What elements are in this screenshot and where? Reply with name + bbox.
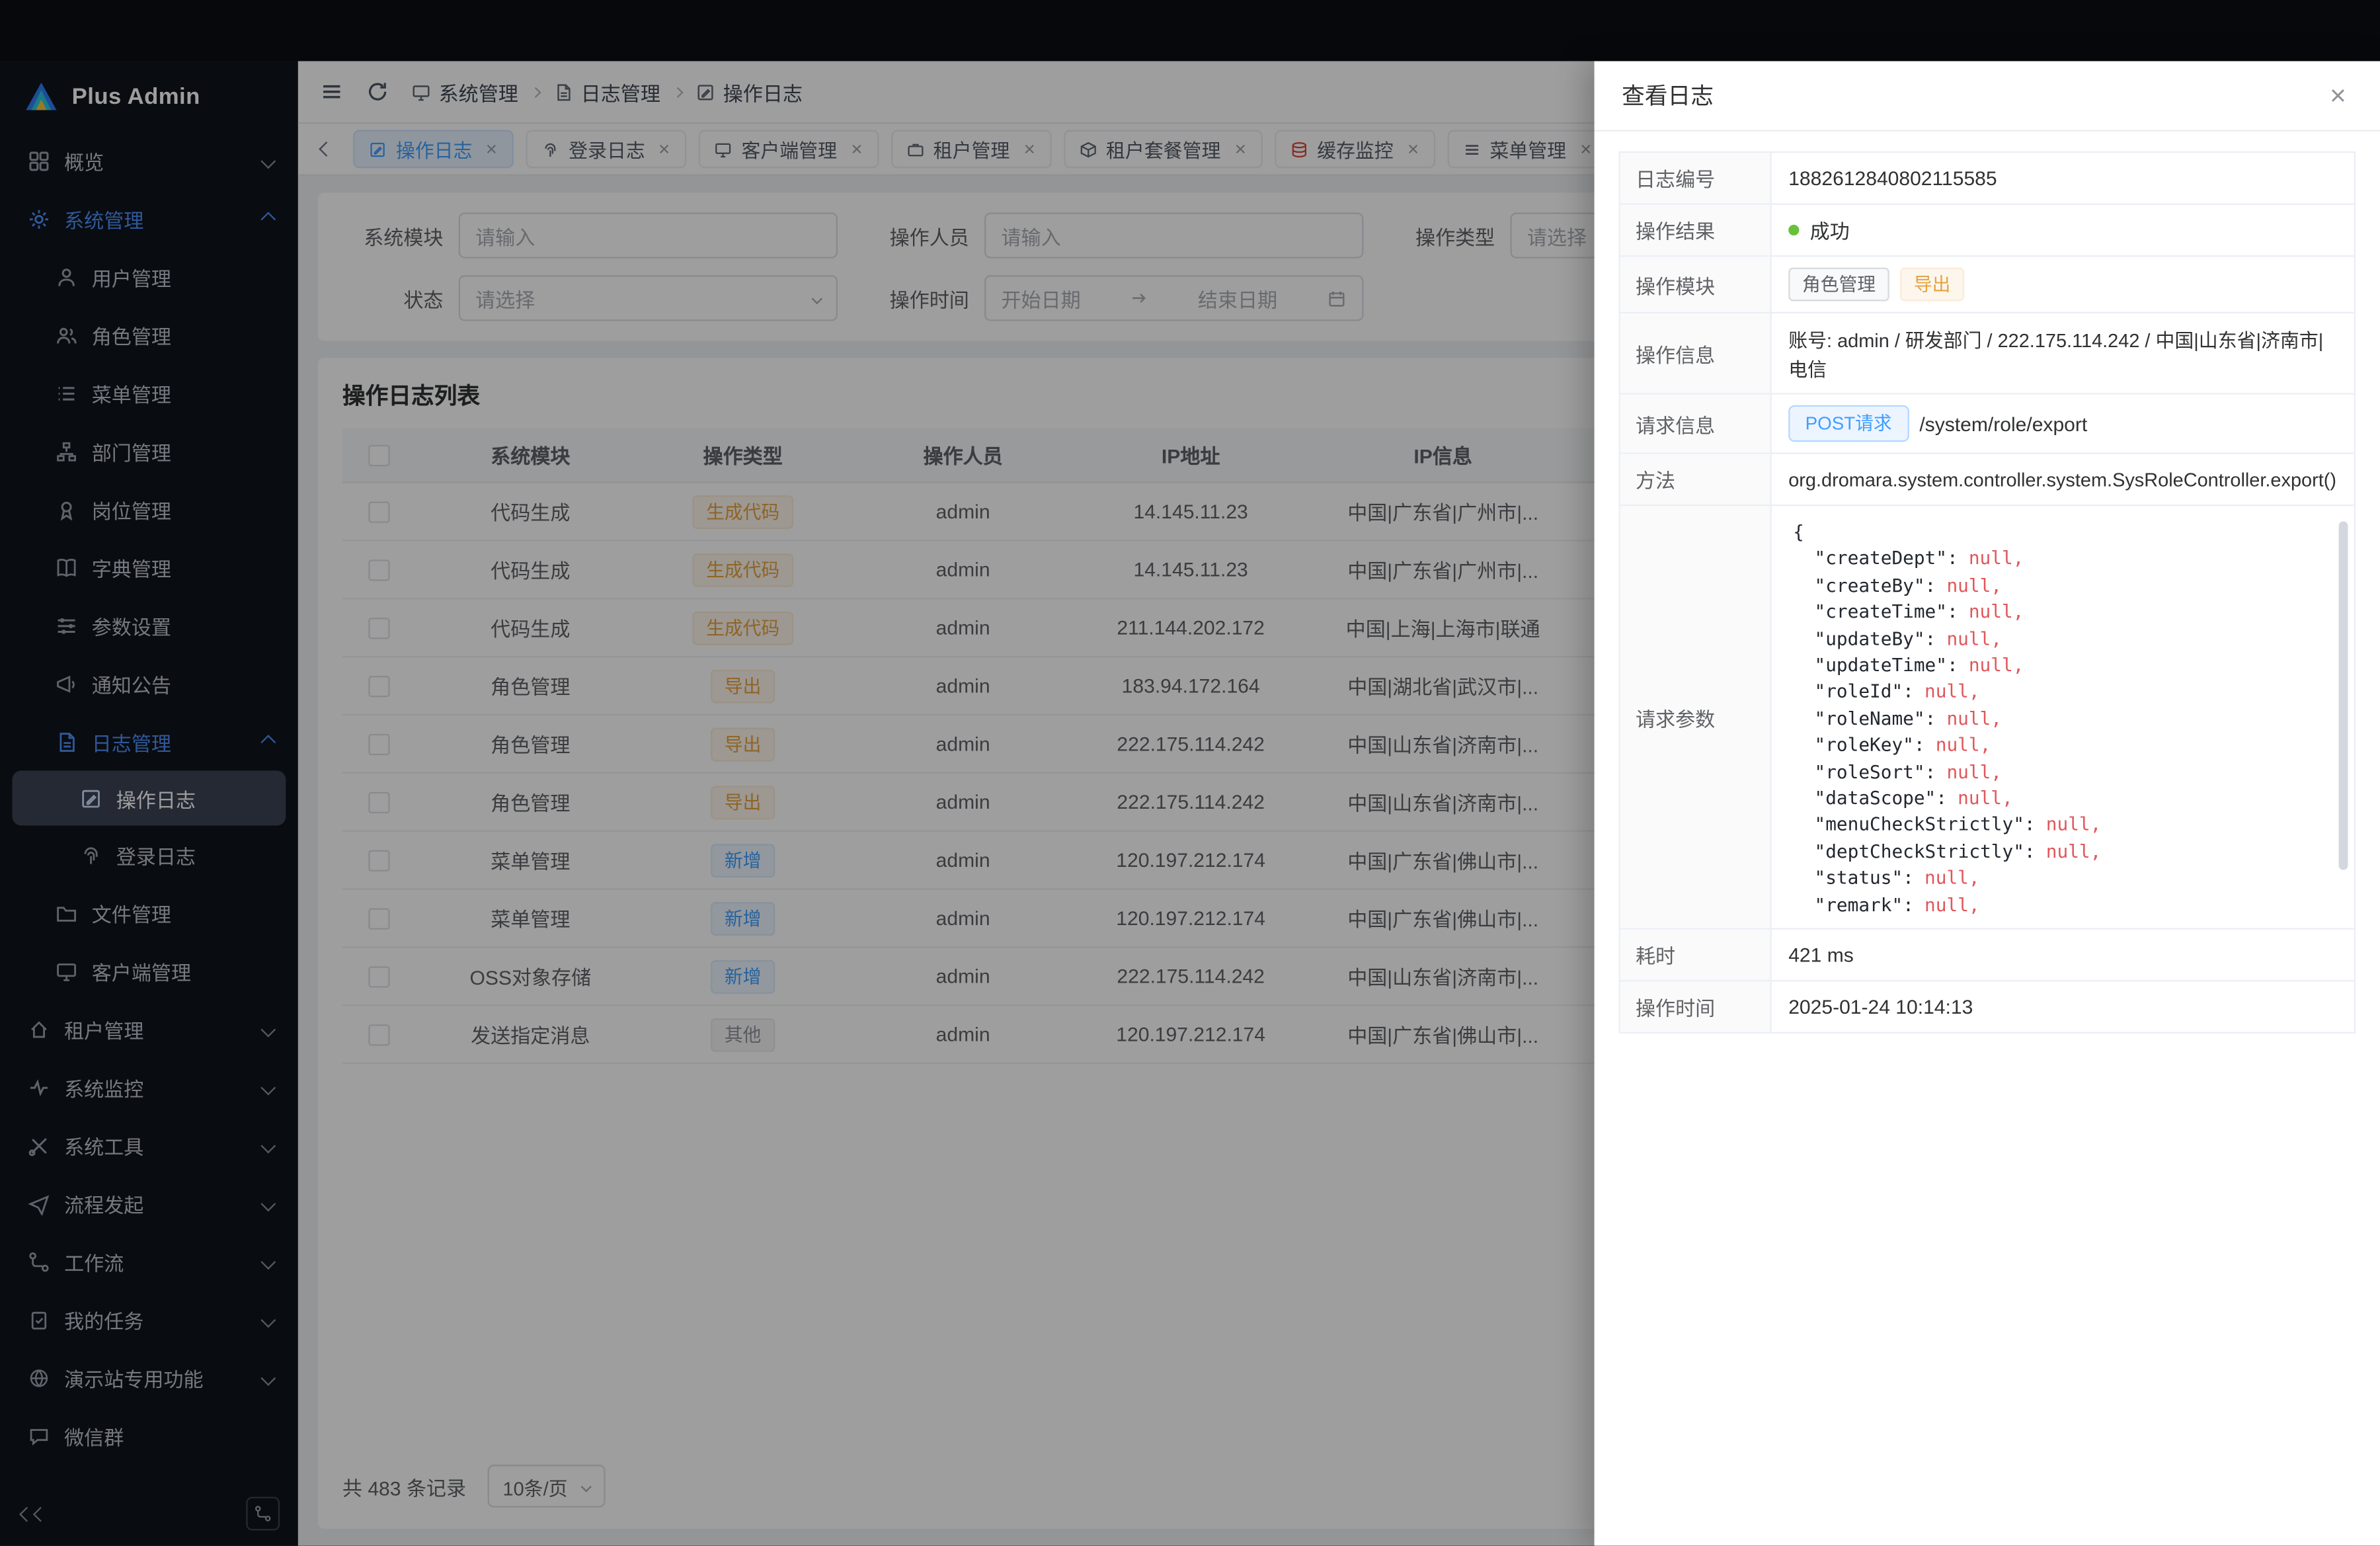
success-status-dot <box>1788 225 1799 235</box>
status-text: 成功 <box>1810 216 1850 245</box>
detail-row-params: 请求参数 {"createDept":null,"createBy":null,… <box>1620 506 2354 929</box>
detail-row-log-id: 日志编号 1882612840802115585 <box>1620 153 2354 205</box>
detail-row-info: 操作信息 账号: admin / 研发部门 / 222.175.114.242 … <box>1620 313 2354 395</box>
http-method-tag: POST请求 <box>1788 405 1909 442</box>
drawer-body: 日志编号 1882612840802115585 操作结果 成功 操作模块 <box>1595 132 2380 1053</box>
scrollbar-thumb[interactable] <box>2339 521 2348 870</box>
request-params-code: {"createDept":null,"createBy":null,"crea… <box>1772 506 2354 928</box>
detail-row-duration: 耗时 421 ms <box>1620 930 2354 982</box>
app-window: Plus Admin 概览 系统管理 用户管理 <box>0 61 2380 1545</box>
drawer-title: 查看日志 <box>1622 79 1714 112</box>
detail-row-method: 方法 org.dromara.system.controller.system.… <box>1620 454 2354 507</box>
module-tag: 角色管理 <box>1788 268 1889 302</box>
drawer-header: 查看日志 <box>1595 61 2380 131</box>
log-detail-table: 日志编号 1882612840802115585 操作结果 成功 操作模块 <box>1619 151 2356 1034</box>
detail-row-module: 操作模块 角色管理 导出 <box>1620 257 2354 313</box>
detail-row-result: 操作结果 成功 <box>1620 205 2354 257</box>
json-code-block: {"createDept":null,"createBy":null,"crea… <box>1793 520 2332 919</box>
screen: Plus Admin 概览 系统管理 用户管理 <box>0 0 2380 1546</box>
request-url: /system/role/export <box>1919 412 2087 435</box>
detail-row-request: 请求信息 POST请求 /system/role/export <box>1620 395 2354 454</box>
view-log-drawer: 查看日志 日志编号 1882612840802115585 操作结果 成功 <box>1595 61 2380 1545</box>
drawer-close-button[interactable] <box>2322 80 2352 110</box>
detail-row-time: 操作时间 2025-01-24 10:14:13 <box>1620 981 2354 1034</box>
operation-type-tag: 导出 <box>1900 268 1964 302</box>
screen-top-bar <box>0 0 2380 61</box>
